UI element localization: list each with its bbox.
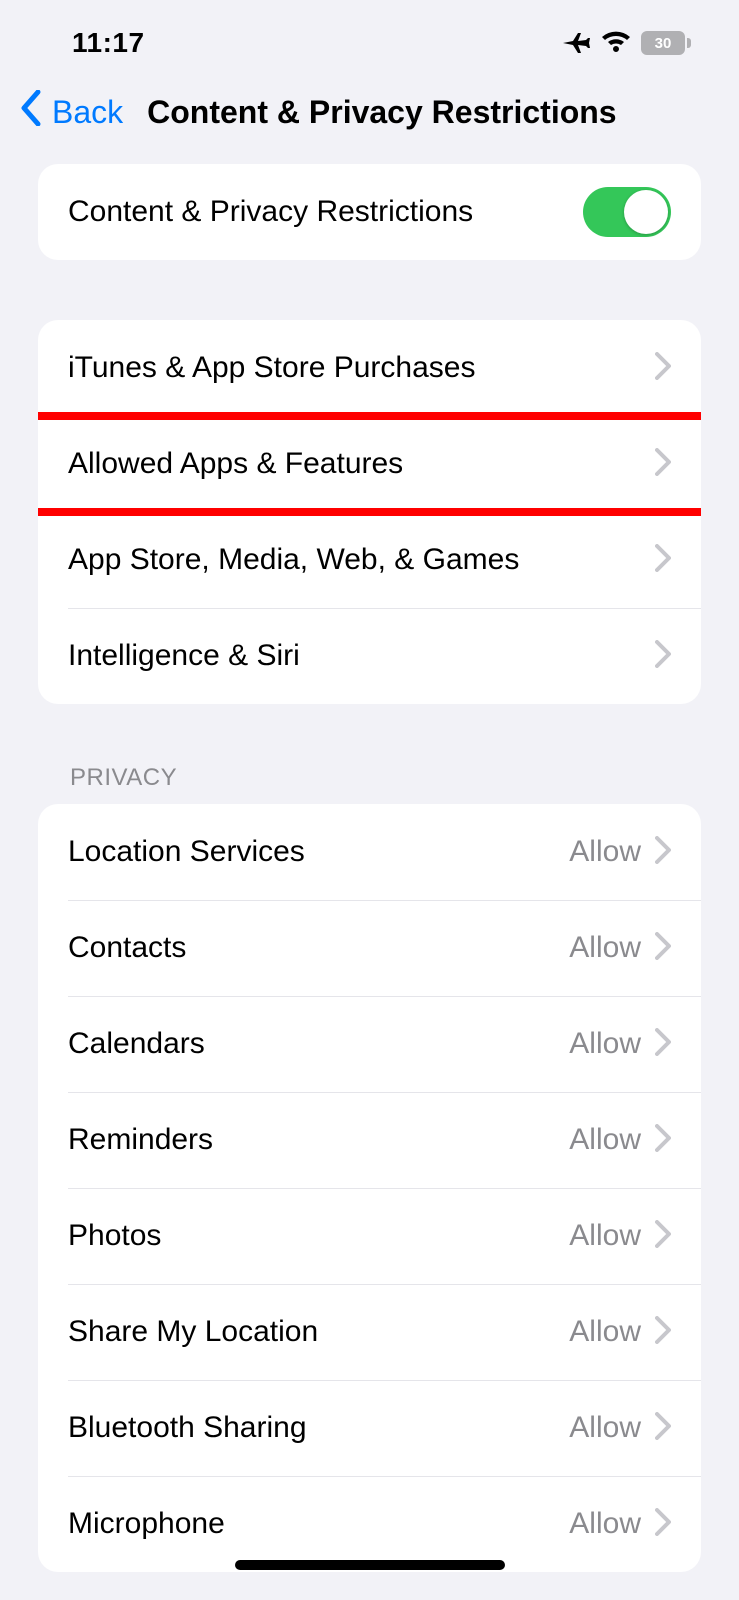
row-value: Allow xyxy=(569,1219,641,1253)
toggle-switch[interactable] xyxy=(583,187,671,237)
chevron-right-icon xyxy=(655,836,671,869)
row-appstore-media-web-games[interactable]: App Store, Media, Web, & Games xyxy=(38,512,701,608)
row-photos[interactable]: Photos Allow xyxy=(38,1188,701,1284)
section-master-toggle: Content & Privacy Restrictions xyxy=(38,164,701,260)
home-indicator[interactable] xyxy=(235,1560,505,1570)
row-label: App Store, Media, Web, & Games xyxy=(68,543,519,577)
row-value: Allow xyxy=(569,1315,641,1349)
back-label: Back xyxy=(52,94,123,131)
row-intelligence-siri[interactable]: Intelligence & Siri xyxy=(38,608,701,704)
row-value: Allow xyxy=(569,835,641,869)
row-label: Microphone xyxy=(68,1507,225,1541)
chevron-right-icon xyxy=(655,1124,671,1157)
section-privacy: Location Services Allow Contacts Allow C… xyxy=(38,804,701,1572)
row-label: Content & Privacy Restrictions xyxy=(68,195,473,229)
row-content-privacy-toggle[interactable]: Content & Privacy Restrictions xyxy=(38,164,701,260)
row-location-services[interactable]: Location Services Allow xyxy=(38,804,701,900)
row-value: Allow xyxy=(569,1123,641,1157)
status-time: 11:17 xyxy=(72,27,145,59)
row-allowed-apps-features[interactable]: Allowed Apps & Features xyxy=(38,416,701,512)
status-icons: 30 xyxy=(561,30,691,56)
battery-percent: 30 xyxy=(655,35,672,52)
row-itunes-appstore-purchases[interactable]: iTunes & App Store Purchases xyxy=(38,320,701,416)
row-value: Allow xyxy=(569,1507,641,1541)
row-share-my-location[interactable]: Share My Location Allow xyxy=(38,1284,701,1380)
row-label: Calendars xyxy=(68,1027,205,1061)
row-microphone[interactable]: Microphone Allow xyxy=(38,1476,701,1572)
chevron-right-icon xyxy=(655,352,671,385)
row-value: Allow xyxy=(569,931,641,965)
chevron-right-icon xyxy=(655,640,671,673)
section-restrictions: iTunes & App Store Purchases Allowed App… xyxy=(38,320,701,704)
chevron-right-icon xyxy=(655,544,671,577)
chevron-right-icon xyxy=(655,932,671,965)
row-label: Contacts xyxy=(68,931,186,965)
row-value: Allow xyxy=(569,1411,641,1445)
section-header-privacy: PRIVACY xyxy=(70,764,701,792)
chevron-right-icon xyxy=(655,448,671,481)
wifi-icon xyxy=(601,31,631,55)
row-value: Allow xyxy=(569,1027,641,1061)
chevron-right-icon xyxy=(655,1316,671,1349)
row-contacts[interactable]: Contacts Allow xyxy=(38,900,701,996)
chevron-left-icon xyxy=(20,90,42,134)
airplane-mode-icon xyxy=(561,30,591,56)
page-title: Content & Privacy Restrictions xyxy=(147,94,616,131)
row-calendars[interactable]: Calendars Allow xyxy=(38,996,701,1092)
row-label: Reminders xyxy=(68,1123,213,1157)
back-button[interactable]: Back xyxy=(20,90,123,134)
row-label: Allowed Apps & Features xyxy=(68,447,403,481)
chevron-right-icon xyxy=(655,1028,671,1061)
row-label: Share My Location xyxy=(68,1315,318,1349)
nav-bar: Back Content & Privacy Restrictions xyxy=(0,70,739,164)
chevron-right-icon xyxy=(655,1508,671,1541)
chevron-right-icon xyxy=(655,1412,671,1445)
chevron-right-icon xyxy=(655,1220,671,1253)
status-bar: 11:17 30 xyxy=(0,0,739,70)
row-label: Photos xyxy=(68,1219,161,1253)
row-bluetooth-sharing[interactable]: Bluetooth Sharing Allow xyxy=(38,1380,701,1476)
row-label: Bluetooth Sharing xyxy=(68,1411,307,1445)
row-label: iTunes & App Store Purchases xyxy=(68,351,475,385)
row-reminders[interactable]: Reminders Allow xyxy=(38,1092,701,1188)
battery-icon: 30 xyxy=(641,31,691,55)
row-label: Location Services xyxy=(68,835,305,869)
row-label: Intelligence & Siri xyxy=(68,639,300,673)
